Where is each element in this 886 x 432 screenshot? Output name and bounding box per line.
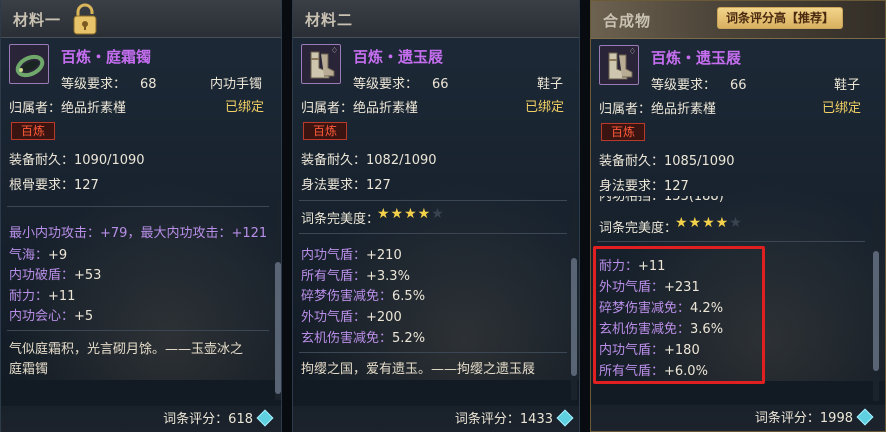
attr-row: 内功气盾：+210 [301, 248, 402, 263]
panel-header: 材料二 [293, 0, 579, 38]
item-slot: 内功手镯 [210, 77, 263, 92]
star-icon: ★ [431, 206, 445, 222]
attr-row: 气海：+9 [9, 248, 68, 263]
star-icon: ★ [729, 215, 743, 231]
attr-row: 内功气盾：+180 [599, 343, 700, 358]
quality-tag: 百炼 [303, 122, 347, 140]
attribute-requirement: 身法要求：127 [599, 179, 689, 194]
bound-status: 已绑定 [525, 100, 565, 115]
result-panel: 合成物 词条评分高【推荐】 ♢ 百炼・遗玉屐 等级要求： 66 鞋子 归属者：绝品… [590, 0, 886, 432]
panel-header: 材料一 [1, 0, 281, 38]
attr-row: 外功气盾：+231 [599, 280, 700, 295]
item-name: 百炼・遗玉屐 [353, 48, 444, 66]
panel-title: 材料一 [13, 11, 62, 29]
bracelet-icon [15, 54, 45, 78]
quality-tag: 百炼 [11, 122, 55, 140]
perfection-label: 词条完美度： [599, 221, 678, 236]
panel-title: 材料二 [305, 11, 354, 29]
gem-icon [256, 409, 274, 427]
scrollbar-thumb[interactable] [873, 251, 879, 371]
owner-line: 归属者：绝品折素槿 [301, 101, 419, 116]
attr-row: 碎梦伤害减免：6.5% [301, 289, 426, 304]
attr-row: 玄机伤害减免：5.2% [301, 331, 426, 346]
perfection-stars: ★★★★★ [675, 215, 743, 231]
boots-icon [608, 52, 633, 80]
scrollbar-thumb[interactable] [275, 262, 281, 394]
divider [7, 206, 269, 207]
boots-icon [310, 51, 335, 79]
divider [299, 352, 567, 353]
bound-status: 已绑定 [822, 101, 862, 116]
level-requirement: 等级要求： 66 [353, 77, 449, 92]
attr-row: 玄机伤害减免：3.6% [599, 322, 724, 337]
owner-line: 归属者：绝品折素槿 [9, 101, 127, 116]
gem-icon [856, 408, 874, 426]
partial-stat: 内功格挡：153(188) [599, 196, 724, 204]
scrollbar-thumb[interactable] [571, 258, 577, 376]
attr-row: 碎梦伤害减免：4.2% [599, 301, 724, 316]
star-icon: ★★★★ [377, 206, 432, 222]
attr-row: 所有气盾：+3.3% [301, 269, 410, 284]
entry-score: 词条评分：618 [163, 408, 274, 427]
owner-line: 归属者：绝品折素槿 [599, 102, 717, 117]
bound-status: 已绑定 [225, 100, 265, 115]
panel-footer: 词条评分：1433 [293, 406, 579, 432]
durability: 装备耐久：1085/1090 [599, 154, 735, 169]
attr-row: 最小内功攻击：+79，最大内功攻击：+121 [9, 226, 268, 241]
attr-row: 内功破盾：+53 [9, 268, 102, 283]
level-requirement: 等级要求： 68 [61, 77, 157, 92]
panel-footer: 词条评分：618 [1, 406, 281, 432]
item-name: 百炼・遗玉屐 [651, 49, 742, 67]
attr-row: 耐力：+11 [599, 259, 666, 274]
material-two-panel: 材料二 ♢ 百炼・遗玉屐 等级要求： 66 鞋子 归属者：绝品折素槿 已绑定 百炼… [292, 0, 580, 432]
attr-row: 内功会心：+5 [9, 309, 94, 324]
perfection-stars: ★★★★★ [377, 206, 445, 222]
item-slot: 鞋子 [834, 78, 861, 93]
entry-score: 词条评分：1433 [455, 408, 574, 427]
panel-footer: 词条评分：1998 [591, 405, 885, 431]
durability: 装备耐久：1082/1090 [301, 153, 437, 168]
panel-gap [282, 0, 292, 432]
star-icon: ★★★★ [675, 215, 730, 231]
flavor-text: 气似庭霜积，光言砌月馀。——玉壶冰之 庭霜镯 [9, 342, 244, 377]
item-icon-frame[interactable]: ♢ [301, 44, 341, 84]
divider [597, 241, 865, 242]
item-name: 百炼・庭霜镯 [61, 48, 152, 66]
entry-score: 词条评分：1998 [755, 407, 874, 426]
level-requirement: 等级要求： 66 [651, 78, 747, 93]
attr-row: 外功气盾：+200 [301, 310, 402, 325]
quality-tag: 百炼 [601, 123, 645, 141]
recommend-badge: 词条评分高【推荐】 [717, 7, 844, 29]
divider [299, 200, 567, 201]
flavor-text: 拘缨之国，爱有遗玉。——拘缨之遗玉屐 [301, 362, 536, 377]
item-slot: 鞋子 [537, 77, 564, 92]
gem-icon [556, 409, 574, 427]
attr-row: 所有气盾：+6.0% [599, 364, 708, 379]
lock-icon[interactable] [69, 2, 101, 36]
attr-row: 耐力：+11 [9, 289, 76, 304]
divider [299, 233, 567, 234]
panel-title: 合成物 [603, 12, 652, 30]
divider [7, 330, 269, 331]
item-icon-frame[interactable]: ♢ [599, 45, 639, 85]
panel-header: 合成物 词条评分高【推荐】 [591, 1, 885, 39]
attribute-requirement: 根骨要求：127 [9, 178, 99, 193]
attribute-requirement: 身法要求：127 [301, 178, 391, 193]
perfection-label: 词条完美度： [301, 212, 380, 227]
panel-gap [580, 0, 590, 432]
material-one-panel: 材料一 百炼・庭霜镯 等级要求： 68 内功手镯 归属者：绝品折素槿 已绑定 百炼… [0, 0, 282, 432]
durability: 装备耐久：1090/1090 [9, 153, 145, 168]
item-icon-frame[interactable] [9, 44, 49, 84]
